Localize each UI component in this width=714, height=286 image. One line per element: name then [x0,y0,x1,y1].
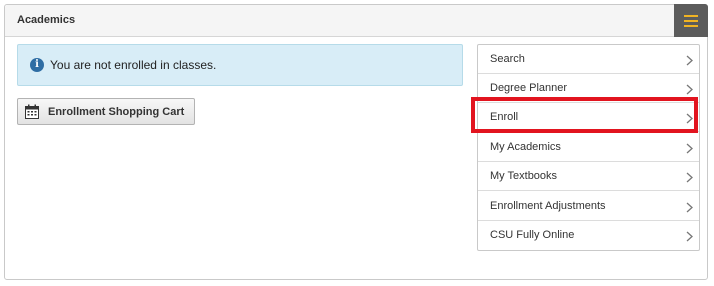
menu-button[interactable] [674,4,708,37]
chevron-right-icon [686,84,693,95]
chevron-right-icon [686,202,693,213]
calendar-icon [25,104,39,119]
nav-item-label: My Textbooks [490,170,558,182]
academics-panel: Academics i You are not enrolled in clas… [4,4,708,280]
academics-nav-list: Search Degree Planner Enroll My Academic… [477,44,700,251]
chevron-right-icon [686,55,693,66]
nav-item-enrollment-adjustments[interactable]: Enrollment Adjustments [478,192,699,221]
enrollment-shopping-cart-button[interactable]: Enrollment Shopping Cart [17,98,195,125]
panel-header: Academics [5,4,708,37]
nav-item-label: Enroll [490,111,519,123]
chevron-right-icon [686,113,693,124]
nav-item-my-academics[interactable]: My Academics [478,133,699,162]
nav-item-my-textbooks[interactable]: My Textbooks [478,162,699,191]
nav-item-label: Degree Planner [490,82,568,94]
nav-item-enroll[interactable]: Enroll [478,103,699,132]
nav-item-degree-planner[interactable]: Degree Planner [478,74,699,103]
chevron-right-icon [686,143,693,154]
nav-item-label: My Academics [490,141,561,153]
chevron-right-icon [686,231,693,242]
not-enrolled-alert: i You are not enrolled in classes. [17,44,463,86]
chevron-right-icon [686,172,693,183]
nav-item-label: Search [490,53,525,65]
info-icon: i [30,58,44,72]
alert-message: You are not enrolled in classes. [50,58,217,72]
hamburger-icon [684,14,698,27]
panel-title: Academics [17,14,76,26]
nav-item-label: CSU Fully Online [490,229,575,241]
nav-item-search[interactable]: Search [478,45,699,74]
cart-button-label: Enrollment Shopping Cart [48,106,185,118]
nav-item-csu-fully-online[interactable]: CSU Fully Online [478,221,699,250]
nav-item-label: Enrollment Adjustments [490,200,606,212]
